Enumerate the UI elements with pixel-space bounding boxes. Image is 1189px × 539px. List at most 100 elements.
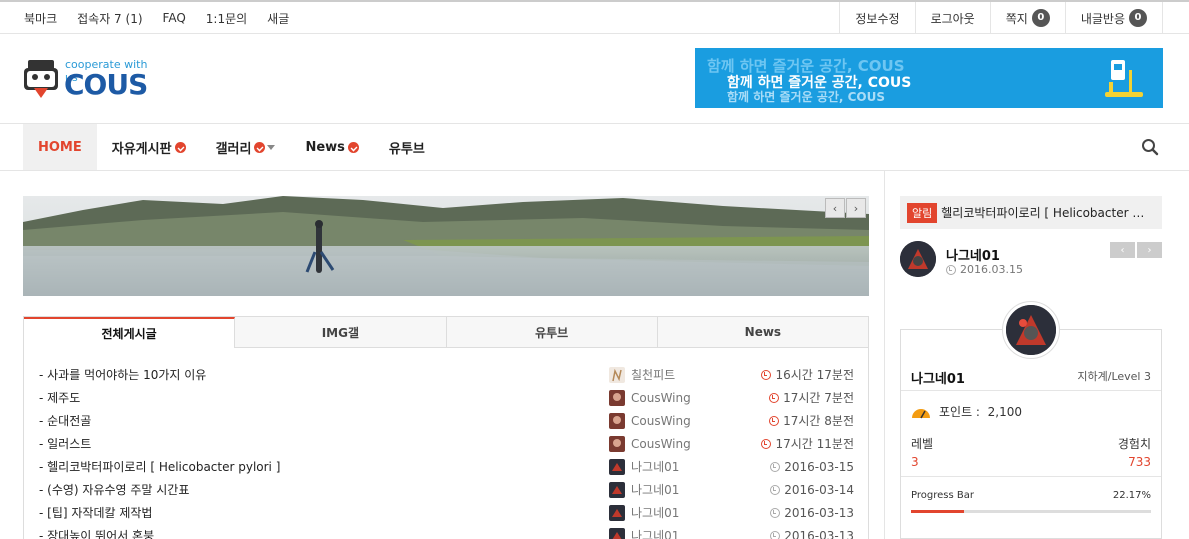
- hero-next-button[interactable]: ›: [846, 198, 866, 218]
- tab-img-gallery[interactable]: IMG갤: [235, 317, 447, 348]
- member-profile-box: 나그네01 지하계/Level 3 포인트 : 2,100 레벨 경험치 3 7…: [900, 301, 1162, 539]
- nav-news[interactable]: News: [290, 124, 373, 170]
- post-time: 2016-03-13: [770, 529, 854, 539]
- post-tabs: 전체게시글 IMG갤 유투브 News: [23, 316, 869, 348]
- profile-points: 포인트 : 2,100: [911, 403, 1022, 420]
- clock-icon: [770, 530, 781, 539]
- robot-avatar-icon: [900, 241, 936, 277]
- search-icon[interactable]: [1141, 138, 1159, 156]
- avatar: [609, 458, 625, 475]
- progress-percent: 22.17%: [1112, 490, 1151, 501]
- caret-down-icon: [267, 144, 276, 150]
- post-author[interactable]: CousWing: [609, 412, 691, 429]
- post-title[interactable]: - 사과를 먹어야하는 10가지 이유: [39, 366, 206, 383]
- tab-youtube[interactable]: 유투브: [446, 317, 658, 348]
- site-logo[interactable]: cooperate with us COUS: [24, 56, 154, 102]
- list-item[interactable]: - [팁] 자작데칼 제작법 나그네01 2016-03-13: [39, 501, 854, 524]
- post-author[interactable]: CousWing: [609, 435, 691, 452]
- logout-link[interactable]: 로그아웃: [914, 2, 990, 34]
- avatar: [609, 481, 625, 498]
- avatar: [609, 412, 625, 429]
- nav-free-board[interactable]: 자유게시판: [97, 124, 201, 170]
- column-divider: [884, 171, 885, 539]
- post-time: 16시간 17분전: [761, 366, 854, 383]
- clock-icon: [770, 461, 781, 472]
- nav-youtube[interactable]: 유투브: [374, 124, 440, 170]
- list-item[interactable]: - (수영) 자유수영 주말 시간표 나그네01 2016-03-14: [39, 478, 854, 501]
- logo-mascot-icon: [24, 60, 58, 98]
- info-edit-link[interactable]: 정보수정: [839, 2, 914, 34]
- profile-level: 지하계/Level 3: [1077, 370, 1151, 383]
- post-title[interactable]: - 제주도: [39, 389, 80, 406]
- post-time: 2016-03-15: [770, 460, 854, 474]
- hero-slider[interactable]: ‹ ›: [23, 196, 869, 296]
- check-badge-icon: [254, 141, 266, 153]
- post-author[interactable]: 나그네01: [609, 504, 679, 521]
- post-author[interactable]: CousWing: [609, 389, 691, 406]
- featured-prev-button[interactable]: ‹: [1110, 242, 1135, 258]
- clock-icon: [761, 438, 772, 449]
- post-author[interactable]: 칠천피트: [609, 366, 675, 383]
- tab-news[interactable]: News: [657, 317, 868, 348]
- post-author[interactable]: 나그네01: [609, 527, 679, 539]
- list-item[interactable]: - 헬리코박터파이로리 [ Helicobacter pylori ] 나그네0…: [39, 455, 854, 478]
- featured-next-button[interactable]: ›: [1137, 242, 1162, 258]
- avatar[interactable]: [1002, 301, 1060, 359]
- post-time: 2016-03-14: [770, 483, 854, 497]
- divider: [901, 390, 1161, 391]
- faq-link[interactable]: FAQ: [163, 11, 186, 25]
- post-title[interactable]: - 순대전골: [39, 412, 91, 429]
- post-time: 17시간 11분전: [761, 435, 854, 452]
- avatar: [609, 366, 625, 383]
- note-count-badge: 0: [1031, 9, 1050, 27]
- list-item[interactable]: - 일러스트 CousWing 17시간 11분전: [39, 432, 854, 455]
- nav-gallery[interactable]: 갤러리: [201, 124, 291, 170]
- header-banner[interactable]: 함께 하면 즐거운 공간, COUS 함께 하면 즐거운 공간, COUS 함께…: [695, 48, 1163, 108]
- notice-text[interactable]: 헬리코박터파이로리 [ Helicobacter py...: [941, 204, 1151, 221]
- bookmark-link[interactable]: 북마크: [24, 10, 57, 27]
- check-badge-icon: [174, 141, 186, 153]
- level-value: 3: [911, 455, 919, 469]
- notice-ticker[interactable]: 알림 헬리코박터파이로리 [ Helicobacter py...: [900, 196, 1162, 229]
- hero-prev-button[interactable]: ‹: [825, 198, 845, 218]
- reply-count-badge: 0: [1129, 9, 1147, 27]
- top-bar: 북마크 접속자 7 (1) FAQ 1:1문의 새글 정보수정 로그아웃 쪽지 0…: [0, 0, 1189, 34]
- list-item[interactable]: - 장대높이 뛰어서 혼붕 나그네01 2016-03-13: [39, 524, 854, 539]
- gauge-icon: [912, 408, 930, 418]
- progress-label: Progress Bar: [911, 490, 974, 501]
- clock-icon: [770, 484, 781, 495]
- progress-bar: [911, 510, 1151, 513]
- featured-name[interactable]: 나그네01: [946, 245, 1000, 264]
- list-item[interactable]: - 사과를 먹어야하는 10가지 이유 칠천피트 16시간 17분전: [39, 363, 854, 386]
- reply-link[interactable]: 내글반응 0: [1064, 2, 1163, 34]
- exp-label: 경험치: [1117, 437, 1151, 451]
- tab-all-posts[interactable]: 전체게시글: [24, 317, 236, 348]
- clock-icon: [769, 415, 780, 426]
- progress-bar-fill: [911, 510, 965, 513]
- treadmill-mascot-icon: [1105, 60, 1143, 97]
- main-nav: HOME 자유게시판 갤러리 News 유투브: [0, 124, 1189, 171]
- note-link[interactable]: 쪽지 0: [989, 2, 1065, 34]
- new-posts-link[interactable]: 새글: [267, 10, 289, 27]
- list-item[interactable]: - 순대전골 CousWing 17시간 8분전: [39, 409, 854, 432]
- post-title[interactable]: - 헬리코박터파이로리 [ Helicobacter pylori ]: [39, 458, 280, 475]
- user-links: 정보수정 로그아웃 쪽지 0 내글반응 0: [839, 2, 1163, 34]
- post-author[interactable]: 나그네01: [609, 481, 679, 498]
- post-title[interactable]: - [팁] 자작데칼 제작법: [39, 504, 152, 521]
- inquiry-link[interactable]: 1:1문의: [206, 10, 247, 27]
- hero-landscape-image: [23, 196, 869, 296]
- featured-member: 나그네01 2016.03.15 ‹ ›: [900, 241, 1162, 281]
- avatar[interactable]: [900, 241, 936, 277]
- featured-date: 2016.03.15: [946, 263, 1023, 276]
- post-author[interactable]: 나그네01: [609, 458, 679, 475]
- post-title[interactable]: - 장대높이 뛰어서 혼붕: [39, 527, 154, 539]
- list-item[interactable]: - 제주도 CousWing 17시간 7분전: [39, 386, 854, 409]
- nav-home[interactable]: HOME: [23, 124, 97, 170]
- level-label: 레벨: [911, 437, 934, 451]
- visitors-link[interactable]: 접속자 7 (1): [77, 10, 142, 27]
- top-links: 북마크 접속자 7 (1) FAQ 1:1문의 새글: [24, 2, 309, 34]
- profile-name: 나그네01: [911, 372, 965, 387]
- post-title[interactable]: - (수영) 자유수영 주말 시간표: [39, 481, 189, 498]
- clock-icon: [946, 264, 956, 275]
- post-title[interactable]: - 일러스트: [39, 435, 91, 452]
